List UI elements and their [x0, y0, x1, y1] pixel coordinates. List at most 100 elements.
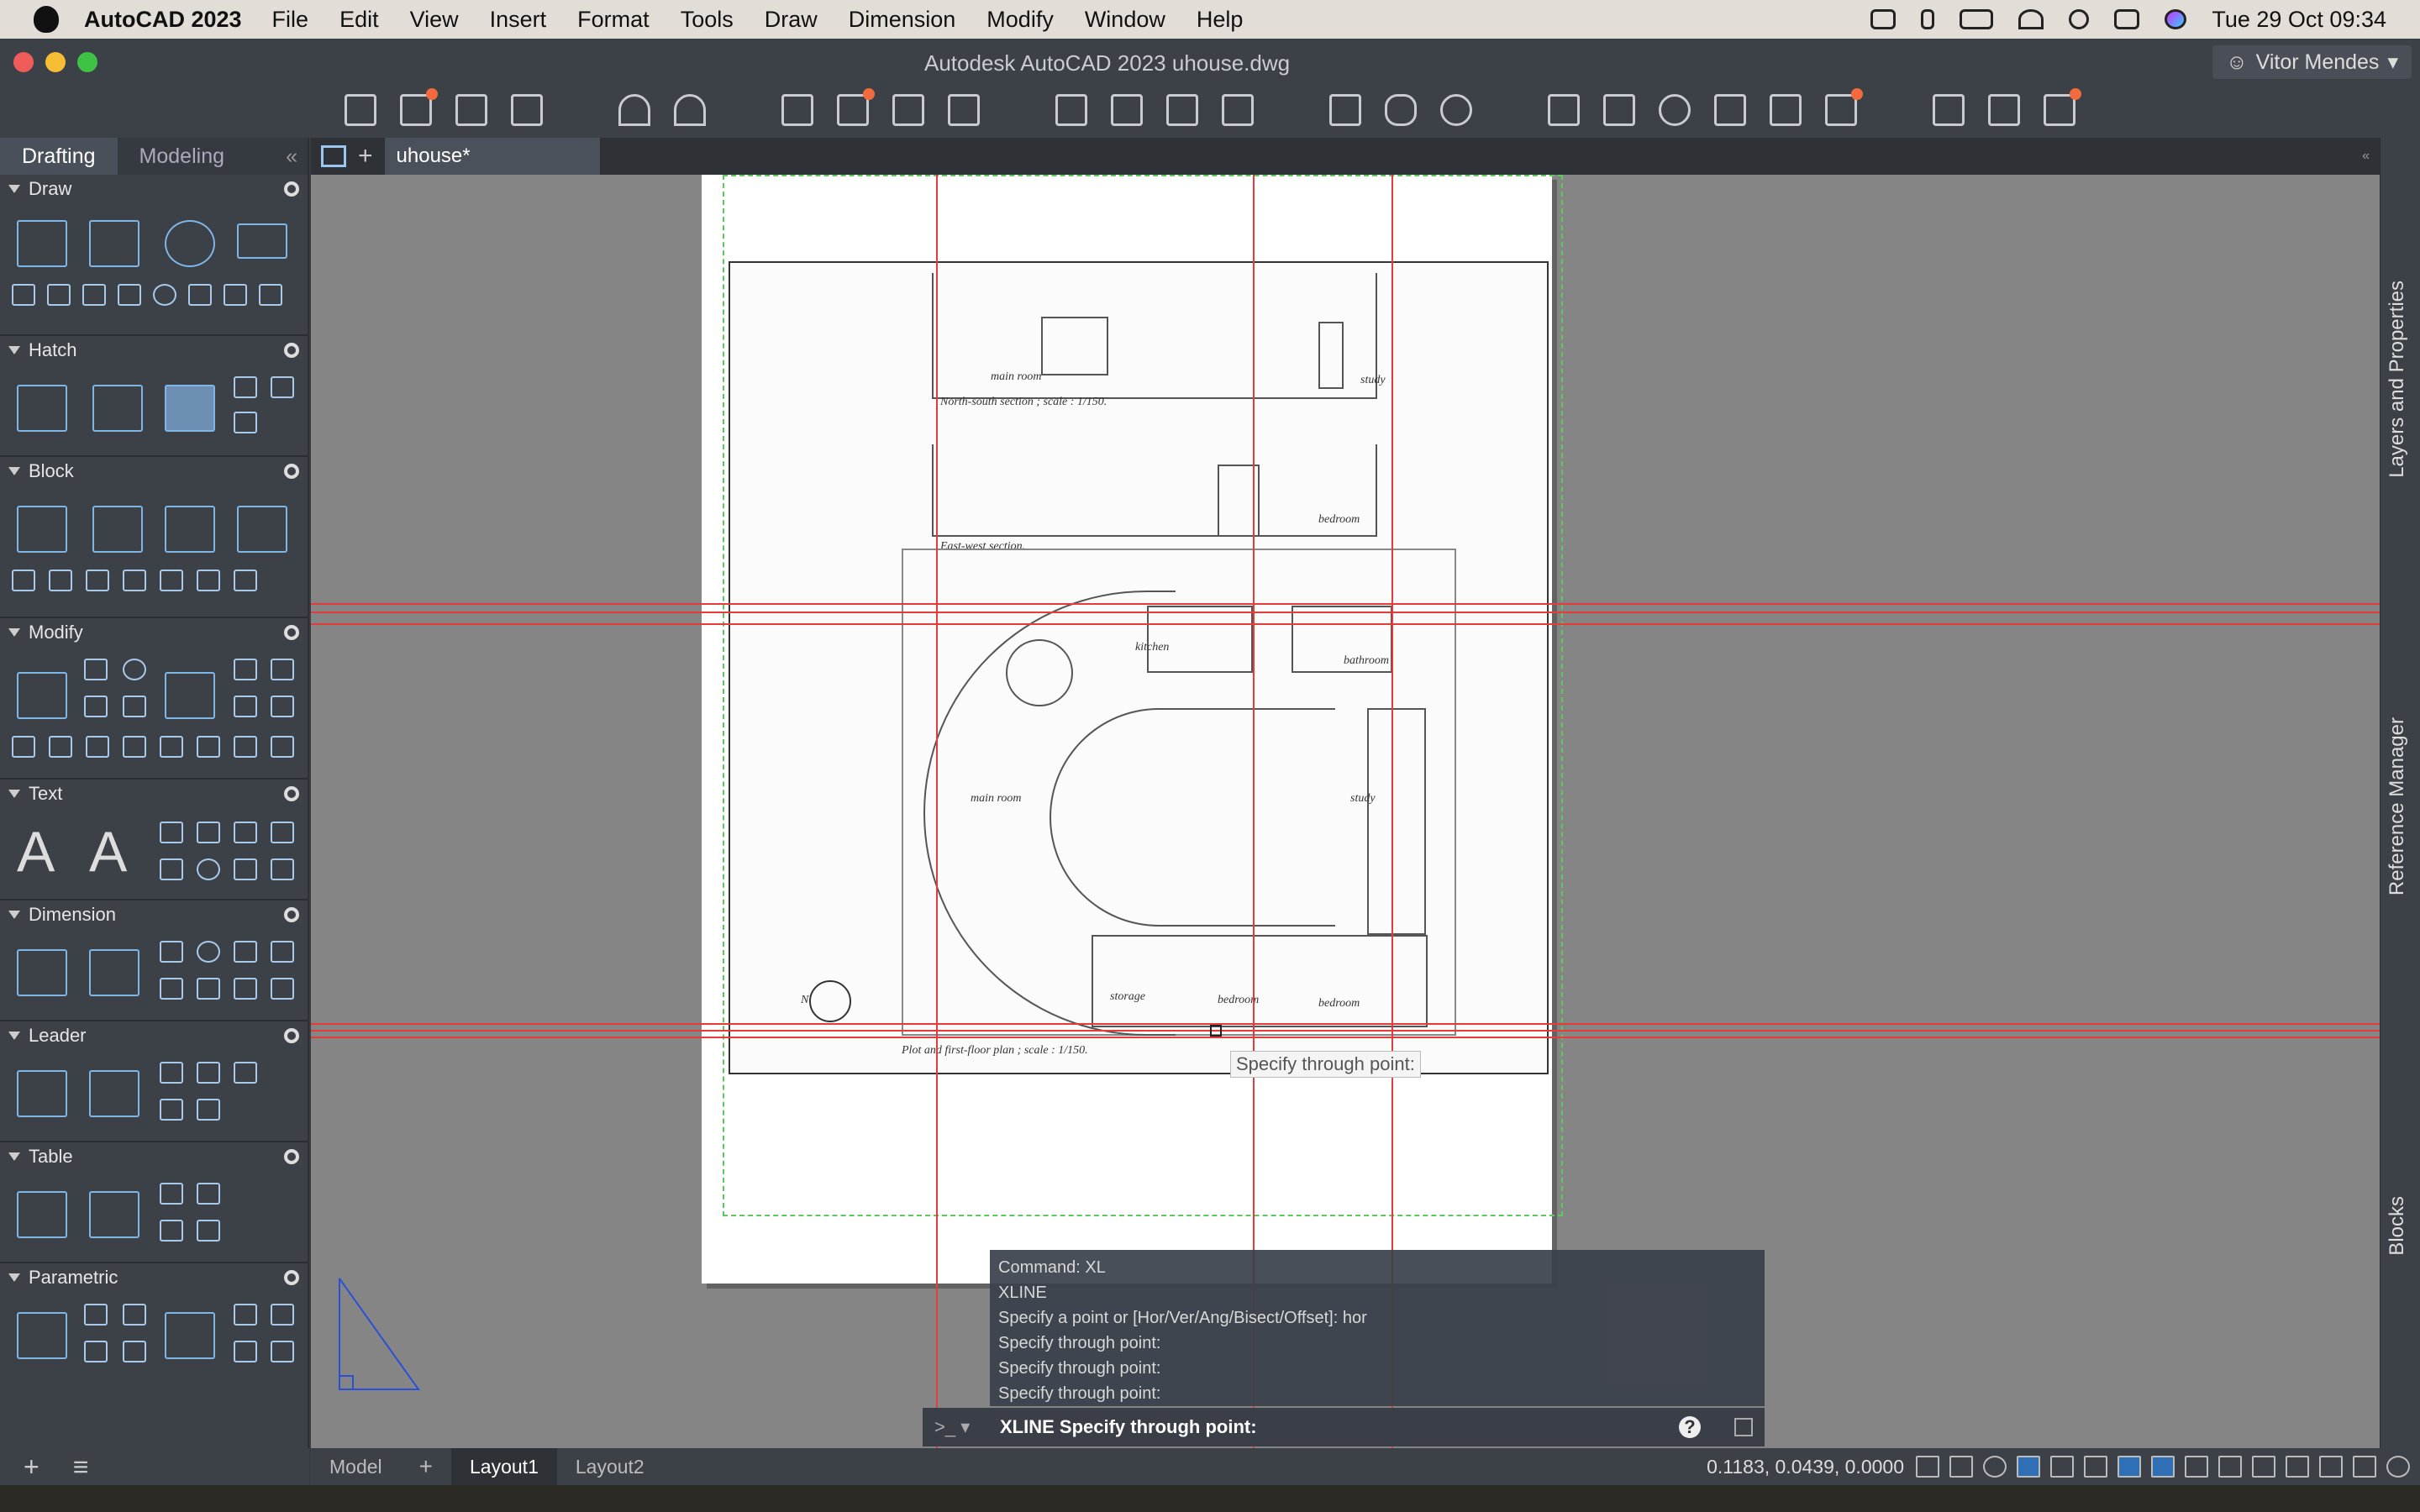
orbit-icon[interactable] — [1440, 94, 1472, 126]
stretch-tool-icon[interactable] — [123, 696, 146, 717]
redo-icon[interactable] — [674, 94, 706, 126]
circle-tool-icon[interactable] — [165, 220, 215, 267]
vertical-constraint-icon[interactable] — [271, 1304, 294, 1326]
create-block-icon[interactable] — [92, 506, 143, 553]
collapse-right-icon[interactable]: « — [2362, 149, 2370, 164]
transparency-icon[interactable] — [2084, 1456, 2107, 1478]
spline-tool-icon[interactable] — [47, 284, 71, 306]
match-properties-icon[interactable] — [1603, 94, 1635, 126]
command-input[interactable]: >_ ▾ XLINE Specify through point: ? — [923, 1408, 1765, 1446]
save-as-icon[interactable] — [511, 94, 543, 126]
compare-icon[interactable] — [1933, 94, 1965, 126]
collapse-triangle-icon[interactable] — [8, 346, 20, 354]
data-extraction-icon[interactable] — [160, 1183, 183, 1205]
remove-leader-icon[interactable] — [160, 1099, 183, 1121]
save-icon[interactable] — [455, 94, 487, 126]
block-editor-icon[interactable] — [165, 506, 215, 553]
trim-scissors-icon[interactable] — [165, 672, 215, 719]
insert-block-icon[interactable] — [17, 506, 67, 553]
inspect-dimension-icon[interactable] — [234, 978, 257, 1000]
annotation-scale-icon[interactable] — [2319, 1456, 2343, 1478]
lengthen-tool-icon[interactable] — [234, 736, 257, 758]
section-title[interactable]: Hatch — [29, 339, 76, 361]
selection-cycling-icon[interactable] — [2118, 1456, 2141, 1478]
gear-icon[interactable] — [284, 786, 299, 801]
tab-layout2[interactable]: Layout2 — [557, 1448, 663, 1485]
design-center-icon[interactable] — [1714, 94, 1746, 126]
section-title[interactable]: Draw — [29, 178, 71, 200]
plus-icon[interactable]: + — [24, 1452, 39, 1483]
section-title[interactable]: Dimension — [29, 904, 116, 926]
collapse-triangle-icon[interactable] — [8, 1273, 20, 1282]
siri-icon[interactable] — [2165, 9, 2187, 29]
start-tab-grid-icon[interactable] — [321, 145, 346, 167]
section-title[interactable]: Parametric — [29, 1267, 118, 1289]
polygon-tool-icon[interactable] — [188, 284, 212, 306]
control-center-icon[interactable] — [2114, 9, 2140, 29]
dimension-break-icon[interactable] — [197, 978, 220, 1000]
section-title[interactable]: Modify — [29, 622, 83, 643]
fillet-tool-icon[interactable] — [234, 659, 257, 680]
pedit-tool-icon[interactable] — [271, 736, 294, 758]
radius-dimension-icon[interactable] — [197, 941, 220, 963]
import-icon[interactable] — [1055, 94, 1087, 126]
tab-layout1[interactable]: Layout1 — [451, 1448, 557, 1485]
sync-attributes-icon[interactable] — [160, 570, 183, 591]
move-tool-icon[interactable] — [17, 672, 67, 719]
dynamic-input-icon[interactable] — [2151, 1456, 2175, 1478]
zoom-window-icon[interactable] — [1329, 94, 1361, 126]
find-replace-icon[interactable] — [234, 822, 257, 843]
extract-data-icon[interactable] — [234, 570, 257, 591]
collapse-triangle-icon[interactable] — [8, 911, 20, 919]
collapse-triangle-icon[interactable] — [8, 1152, 20, 1161]
gear-icon[interactable] — [284, 1028, 299, 1043]
mirror-tool-icon[interactable] — [84, 696, 108, 717]
continue-dimension-icon[interactable] — [234, 941, 257, 963]
gear-icon[interactable] — [284, 907, 299, 922]
chamfer-tool-icon[interactable] — [86, 736, 109, 758]
section-title[interactable]: Text — [29, 783, 62, 805]
rectangle-tool-icon[interactable] — [237, 223, 287, 259]
menu-draw[interactable]: Draw — [765, 7, 818, 33]
arc-tool-icon[interactable] — [12, 284, 35, 306]
wifi-icon[interactable] — [2018, 9, 2044, 29]
close-window-button[interactable] — [13, 52, 34, 72]
gear-icon[interactable] — [284, 343, 299, 358]
dimension-space-icon[interactable] — [160, 978, 183, 1000]
line-tool-icon[interactable] — [17, 220, 67, 267]
add-layout-plus-icon[interactable]: + — [401, 1448, 451, 1485]
menu-modify[interactable]: Modify — [986, 7, 1054, 33]
ortho-icon[interactable] — [1949, 1456, 1973, 1478]
baseline-dimension-icon[interactable] — [271, 941, 294, 963]
linear-dimension-icon[interactable] — [160, 941, 183, 963]
copy-tool-icon[interactable] — [84, 659, 108, 680]
oblique-dimension-icon[interactable] — [271, 978, 294, 1000]
list-icon[interactable]: ≡ — [73, 1452, 89, 1483]
menu-tools[interactable]: Tools — [681, 7, 734, 33]
extend-tool-icon[interactable] — [123, 736, 146, 758]
publish-icon[interactable] — [948, 94, 980, 126]
collapse-triangle-icon[interactable] — [8, 185, 20, 193]
osnap-icon[interactable] — [2017, 1456, 2040, 1478]
array-tool-icon[interactable] — [271, 659, 294, 680]
define-attribute-icon[interactable] — [12, 570, 35, 591]
sheet-set-icon[interactable] — [1222, 94, 1254, 126]
gear-icon[interactable] — [284, 1149, 299, 1164]
combine-text-icon[interactable] — [271, 858, 294, 880]
rotate-tool-icon[interactable] — [123, 659, 146, 680]
offset-tool-icon[interactable] — [234, 696, 257, 717]
blocks-tab[interactable]: Blocks — [2386, 1196, 2409, 1256]
menu-file[interactable]: File — [272, 7, 309, 33]
tab-model[interactable]: Model — [311, 1448, 401, 1485]
gear-icon[interactable] — [284, 625, 299, 640]
viewport-icon[interactable] — [2185, 1456, 2208, 1478]
align-leaders-icon[interactable] — [197, 1062, 220, 1084]
export-icon[interactable] — [1111, 94, 1143, 126]
clock[interactable]: Tue 29 Oct 09:34 — [2212, 7, 2386, 33]
plot-icon[interactable] — [781, 94, 813, 126]
data-link-icon[interactable] — [197, 1183, 220, 1205]
share-icon[interactable] — [1734, 1418, 1753, 1436]
web-mobile-icon[interactable] — [2044, 88, 2081, 126]
region-tool-icon[interactable] — [234, 376, 257, 398]
wipeout-tool-icon[interactable] — [271, 376, 294, 398]
